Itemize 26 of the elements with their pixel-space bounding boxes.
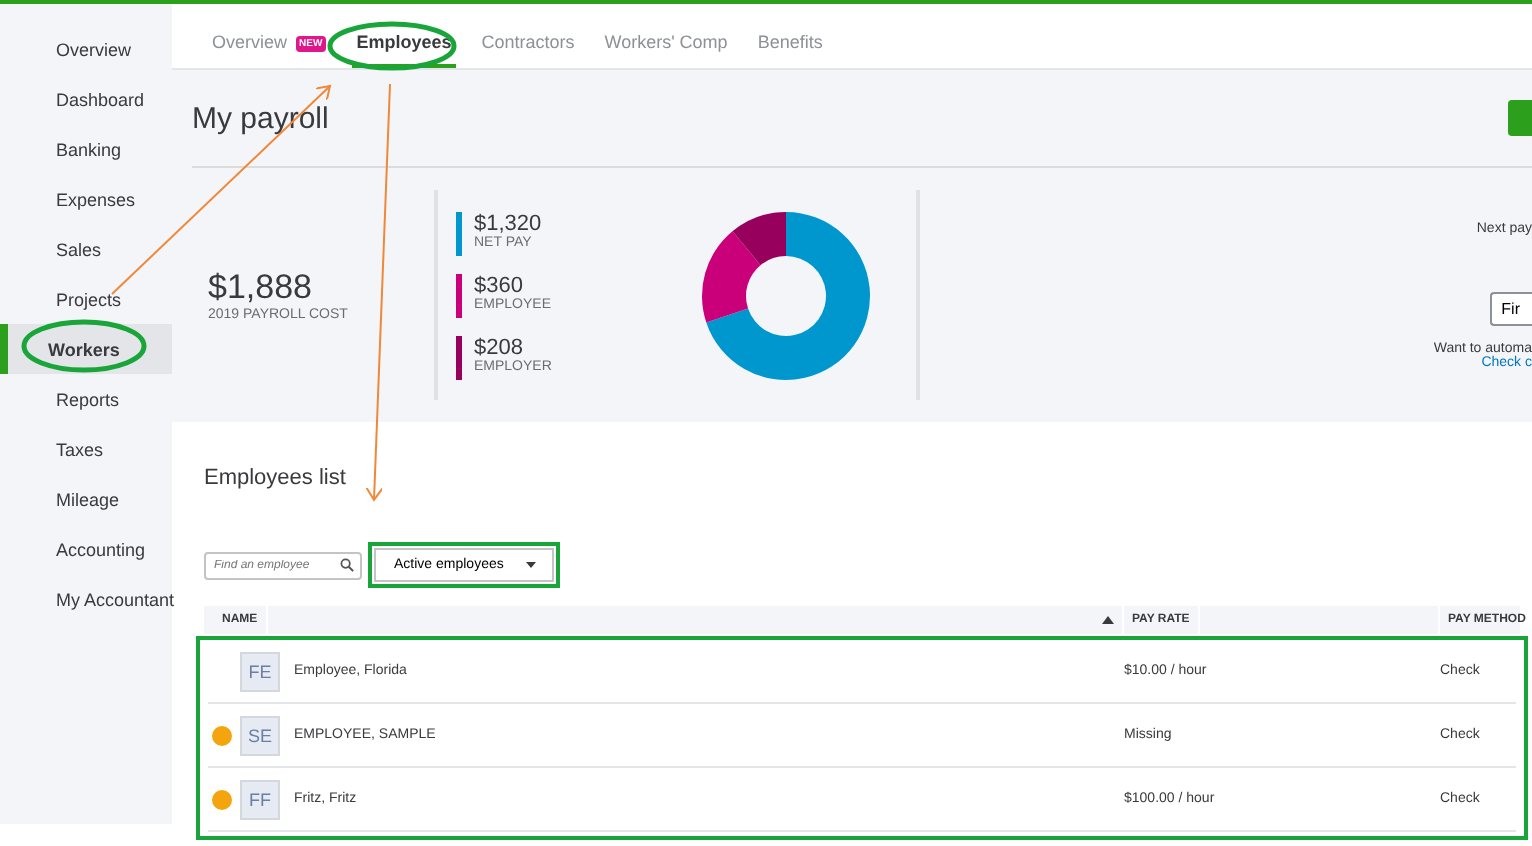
- avatar-initials: FE: [240, 651, 280, 691]
- sidebar-item[interactable]: Sales: [0, 224, 172, 274]
- total-amount: $1,888: [208, 268, 314, 308]
- legend-amount: $360: [474, 273, 525, 297]
- search-icon: [340, 558, 354, 572]
- section-title: Employees list: [204, 466, 348, 490]
- highlight-ellipse: [21, 319, 147, 373]
- sidebar-item[interactable]: Mileage: [0, 474, 172, 524]
- sidebar-item[interactable]: My Accountant: [0, 574, 172, 624]
- sidebar-item[interactable]: Taxes: [0, 424, 172, 474]
- sidebar-item[interactable]: Reports: [0, 374, 172, 424]
- primary-button[interactable]: [1508, 100, 1532, 136]
- sidebar-item[interactable]: Accounting: [0, 524, 172, 574]
- legend-amount: $208: [474, 335, 525, 359]
- sidebar-item[interactable]: Banking: [0, 124, 172, 174]
- sidebar-item[interactable]: Expenses: [0, 174, 172, 224]
- avatar-initials: SE: [240, 715, 280, 755]
- highlight-ellipse: [327, 21, 457, 71]
- payroll-button[interactable]: Fir: [1489, 291, 1532, 325]
- sidebar-item[interactable]: Overview: [0, 24, 172, 74]
- legend-amount: $1,320: [474, 211, 542, 235]
- avatar-initials: FF: [240, 779, 280, 819]
- caret-icon: [526, 562, 536, 568]
- sort-icon: [1102, 616, 1114, 624]
- sidebar-item[interactable]: Dashboard: [0, 74, 172, 124]
- sidebar-item[interactable]: Projects: [0, 274, 172, 324]
